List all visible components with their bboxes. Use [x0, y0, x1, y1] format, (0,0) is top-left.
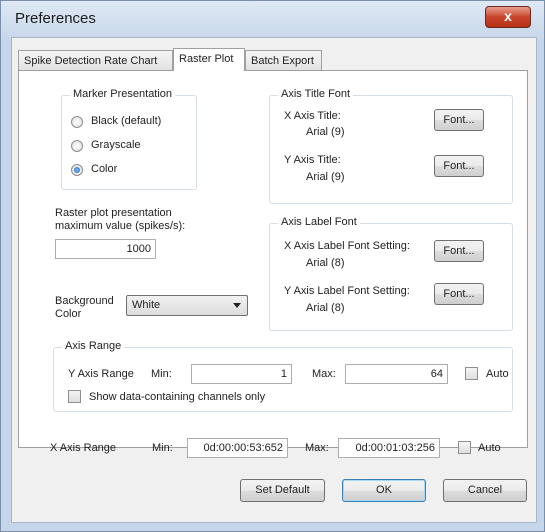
y-axis-label-font-button[interactable]: Font...	[434, 283, 484, 305]
y-axis-label-font-value: Arial (8)	[306, 302, 345, 314]
x-axis-title-font-button[interactable]: Font...	[434, 109, 484, 131]
cancel-button[interactable]: Cancel	[443, 479, 527, 502]
axis-range-group: Axis Range Y Axis Range Min: 1 Max: 64 A…	[53, 340, 513, 412]
x-max-label: Max:	[305, 442, 329, 454]
max-value-input[interactable]: 1000	[55, 239, 156, 259]
tab-label: Spike Detection Rate Chart	[24, 55, 158, 67]
marker-presentation-group: Marker Presentation Black (default) Gray…	[61, 88, 197, 190]
radio-grayscale[interactable]	[71, 140, 83, 152]
x-max-input[interactable]: 0d:00:01:03:256	[338, 438, 440, 458]
tab-batch-export[interactable]: Batch Export	[245, 50, 322, 70]
x-auto-label[interactable]: Auto	[478, 442, 501, 454]
axis-title-font-group: Axis Title Font X Axis Title: Arial (9) …	[269, 88, 513, 204]
tab-label: Batch Export	[251, 55, 314, 67]
group-title: Axis Range	[62, 340, 125, 352]
tab-label: Raster Plot	[179, 53, 234, 65]
background-label-line2: Color	[55, 308, 82, 320]
group-title: Axis Label Font	[278, 216, 360, 228]
y-axis-range-label: Y Axis Range	[68, 368, 134, 380]
y-axis-label-font-label: Y Axis Label Font Setting:	[284, 285, 410, 297]
radio-black-label[interactable]: Black (default)	[91, 115, 161, 127]
dialog-body: Spike Detection Rate Chart Raster Plot B…	[11, 37, 537, 523]
y-max-label: Max:	[312, 368, 336, 380]
background-label-line1: Background	[55, 295, 114, 307]
radio-black[interactable]	[71, 116, 83, 128]
title-bar[interactable]: Preferences x	[1, 1, 544, 35]
group-title: Marker Presentation	[70, 88, 176, 100]
x-axis-title-label: X Axis Title:	[284, 110, 341, 122]
max-value-label-line1: Raster plot presentation	[55, 207, 172, 219]
chevron-down-icon	[233, 303, 241, 308]
y-auto-checkbox[interactable]	[465, 367, 478, 380]
close-button[interactable]: x	[485, 6, 531, 28]
y-max-input[interactable]: 64	[345, 364, 448, 384]
raster-plot-panel: Marker Presentation Black (default) Gray…	[18, 70, 528, 448]
x-axis-title-font: Arial (9)	[306, 126, 345, 138]
radio-grayscale-label[interactable]: Grayscale	[91, 139, 141, 151]
x-min-input[interactable]: 0d:00:00:53:652	[187, 438, 288, 458]
tab-spike-detection-rate-chart[interactable]: Spike Detection Rate Chart	[18, 50, 173, 70]
ok-button[interactable]: OK	[342, 479, 426, 502]
set-default-button[interactable]: Set Default	[240, 479, 325, 502]
y-auto-label[interactable]: Auto	[486, 368, 509, 380]
tab-raster-plot[interactable]: Raster Plot	[173, 48, 245, 71]
y-min-label: Min:	[151, 368, 172, 380]
x-axis-label-font-value: Arial (8)	[306, 257, 345, 269]
y-axis-title-font: Arial (9)	[306, 171, 345, 183]
radio-color[interactable]	[71, 164, 83, 176]
y-min-input[interactable]: 1	[191, 364, 292, 384]
background-color-value: White	[132, 299, 161, 311]
x-auto-checkbox[interactable]	[458, 441, 471, 454]
radio-color-label[interactable]: Color	[91, 163, 117, 175]
x-min-label: Min:	[152, 442, 173, 454]
group-title: Axis Title Font	[278, 88, 354, 100]
x-axis-range-label: X Axis Range	[50, 442, 117, 454]
show-data-channels-checkbox[interactable]	[68, 390, 81, 403]
show-data-channels-label[interactable]: Show data-containing channels only	[89, 391, 265, 403]
x-axis-label-font-button[interactable]: Font...	[434, 240, 484, 262]
max-value-label-line2: maximum value (spikes/s):	[55, 220, 186, 232]
close-icon: x	[504, 8, 512, 24]
preferences-window: Preferences x Spike Detection Rate Chart…	[0, 0, 545, 532]
window-title: Preferences	[15, 10, 96, 27]
x-axis-label-font-label: X Axis Label Font Setting:	[284, 240, 410, 252]
background-color-select[interactable]: White	[126, 295, 248, 316]
y-axis-title-font-button[interactable]: Font...	[434, 155, 484, 177]
axis-label-font-group: Axis Label Font X Axis Label Font Settin…	[269, 216, 513, 331]
y-axis-title-label: Y Axis Title:	[284, 154, 341, 166]
